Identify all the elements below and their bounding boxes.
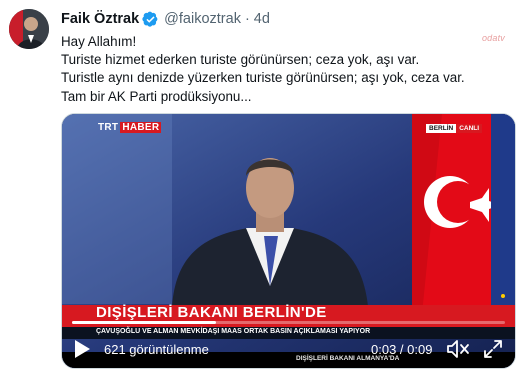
live-badge: BERLİN CANLI	[426, 124, 483, 133]
eu-flag	[491, 114, 515, 314]
tweet-header: Faik Öztrak @faikoztrak · 4d	[61, 9, 270, 29]
tweet-line: Tam bir AK Parti prodüksiyonu...	[61, 88, 252, 104]
tweet-timestamp[interactable]: 4d	[254, 11, 270, 27]
separator-dot: ·	[244, 11, 250, 27]
channel-logo: TRT HABER	[98, 122, 162, 133]
play-icon[interactable]	[73, 339, 91, 359]
video-player[interactable]: TRT HABER BERLİN CANLI DIŞİŞLERİ BAKANI B…	[61, 113, 516, 369]
avatar[interactable]	[9, 9, 49, 49]
video-controls: 621 görüntülenme 0:03 / 0:09	[62, 334, 515, 364]
tweet-line: Hay Allahım!	[61, 34, 137, 49]
volume-muted-icon[interactable]	[446, 339, 470, 359]
video-progress-bar[interactable]	[72, 321, 505, 324]
author-name[interactable]: Faik Öztrak	[61, 11, 139, 27]
video-timecode: 0:03 / 0:09	[371, 342, 433, 357]
author-handle[interactable]: @faikoztrak	[164, 11, 241, 27]
fullscreen-icon[interactable]	[483, 339, 503, 359]
view-count: 621 görüntülenme	[104, 342, 209, 357]
video-progress-fill	[72, 321, 217, 324]
speaker-figure	[172, 158, 368, 306]
tweet-text: Hay Allahım! Turiste hizmet ederken turi…	[61, 33, 491, 106]
verified-badge-icon	[142, 11, 158, 27]
tweet-line: Turistle aynı denizde yüzerken turiste g…	[61, 70, 465, 86]
tweet-line: Turiste hizmet ederken turiste görünürse…	[61, 52, 420, 68]
news-headline: DIŞİŞLERİ BAKANI BERLİN'DE	[96, 304, 327, 321]
